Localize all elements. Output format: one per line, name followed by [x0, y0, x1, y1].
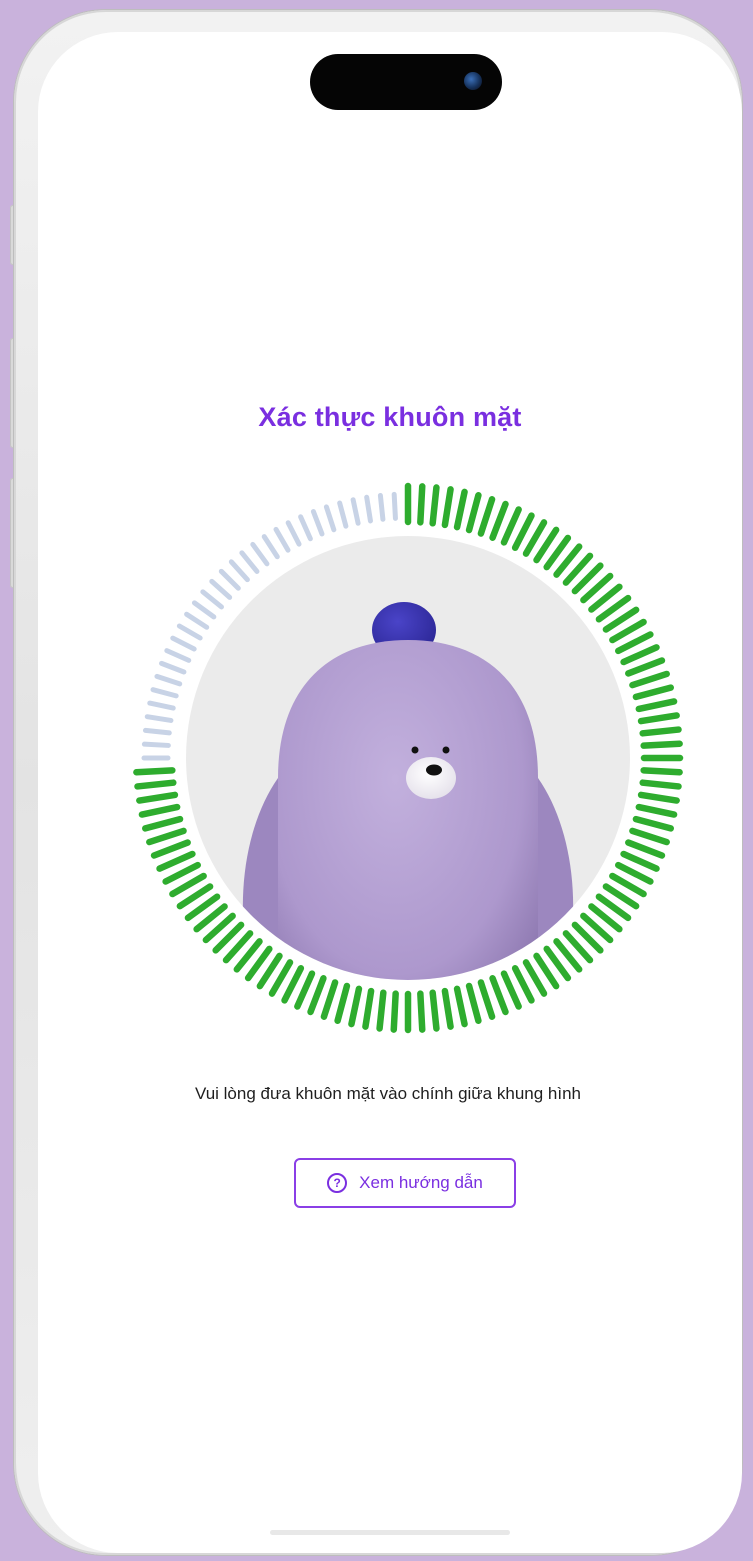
- mascot-muzzle: [406, 757, 456, 799]
- progress-tick-complete: [138, 803, 181, 818]
- progress-tick-complete: [477, 496, 496, 537]
- progress-tick-complete: [629, 827, 670, 846]
- progress-tick-pending: [273, 526, 291, 553]
- progress-tick-complete: [453, 488, 468, 531]
- progress-tick-complete: [150, 839, 191, 859]
- progress-tick-complete: [465, 492, 482, 534]
- progress-tick-complete: [156, 850, 196, 872]
- progress-tick-complete: [146, 827, 187, 846]
- progress-tick-complete: [637, 791, 680, 804]
- progress-tick-pending: [298, 514, 313, 542]
- progress-tick-complete: [294, 970, 316, 1010]
- progress-tick-pending: [200, 589, 224, 610]
- mascot-right-eye: [442, 746, 450, 754]
- progress-tick-complete: [465, 982, 482, 1024]
- progress-tick-complete: [334, 982, 351, 1024]
- progress-tick-pending: [170, 635, 197, 652]
- progress-tick-pending: [261, 534, 280, 560]
- app-screen: Xác thực khuôn mặt Vui lòng đưa khuôn mặ…: [38, 32, 742, 1553]
- progress-tick-pending: [391, 491, 398, 521]
- progress-tick-pending: [150, 687, 179, 699]
- progress-tick-complete: [362, 987, 375, 1030]
- progress-tick-complete: [635, 698, 678, 713]
- question-circle-icon: ?: [327, 1173, 348, 1193]
- progress-tick-complete: [429, 989, 440, 1032]
- progress-tick-complete: [134, 779, 177, 790]
- dynamic-island: [310, 54, 502, 110]
- progress-tick-complete: [142, 815, 184, 832]
- progress-tick-complete: [625, 839, 666, 859]
- progress-tick-complete: [136, 791, 179, 804]
- progress-tick-complete: [376, 989, 387, 1032]
- progress-tick-pending: [337, 500, 349, 529]
- progress-tick-pending: [364, 494, 373, 524]
- progress-tick-complete: [348, 985, 363, 1028]
- progress-tick-complete: [500, 506, 522, 546]
- progress-tick-complete: [620, 850, 660, 872]
- progress-tick-pending: [141, 741, 171, 748]
- mascot-body: [278, 640, 538, 980]
- progress-tick-pending: [228, 559, 250, 583]
- progress-tick-complete: [639, 726, 682, 737]
- progress-tick-complete: [453, 985, 468, 1028]
- progress-tick-complete: [635, 803, 678, 818]
- view-guide-button[interactable]: ? Xem hướng dẫn: [294, 1158, 516, 1208]
- progress-tick-pending: [176, 623, 203, 641]
- progress-tick-complete: [307, 975, 327, 1016]
- progress-tick-complete: [625, 657, 666, 677]
- progress-tick-complete: [390, 990, 399, 1033]
- mascot-left-eye: [411, 746, 419, 754]
- progress-tick-pending: [164, 648, 192, 663]
- face-scan-frame: [133, 482, 684, 1034]
- progress-tick-pending: [285, 520, 302, 547]
- progress-tick-pending: [184, 611, 210, 630]
- progress-tick-complete: [640, 740, 683, 749]
- progress-tick-pending: [191, 600, 217, 620]
- progress-tick-complete: [429, 484, 440, 527]
- progress-tick-complete: [133, 767, 176, 776]
- progress-tick-pending: [209, 578, 233, 600]
- progress-tick-complete: [637, 712, 680, 725]
- page-title: Xác thực khuôn mặt: [258, 402, 522, 432]
- view-guide-label: Xem hướng dẫn: [359, 1173, 483, 1192]
- front-camera-icon: [464, 72, 482, 90]
- progress-tick-pending: [310, 509, 325, 537]
- progress-tick-pending: [159, 660, 187, 675]
- progress-tick-complete: [417, 483, 426, 526]
- progress-tick-pending: [239, 550, 260, 574]
- progress-tick-pending: [154, 673, 183, 687]
- progress-tick-pending: [142, 727, 172, 736]
- progress-tick-complete: [629, 670, 670, 689]
- progress-tick-pending: [250, 541, 270, 567]
- progress-tick-complete: [489, 500, 509, 541]
- progress-tick-pending: [147, 700, 176, 711]
- progress-tick-pending: [377, 492, 386, 522]
- progress-tick-pending: [144, 714, 174, 723]
- instruction-text: Vui lòng đưa khuôn mặt vào chính giữa kh…: [194, 1084, 581, 1103]
- progress-tick-complete: [477, 979, 496, 1020]
- progress-tick-complete: [632, 684, 674, 701]
- mascot-nose: [426, 764, 442, 776]
- progress-tick-pending: [350, 497, 361, 526]
- progress-tick-complete: [640, 767, 683, 776]
- progress-tick-complete: [320, 979, 339, 1020]
- progress-tick-pending: [323, 504, 337, 533]
- progress-tick-complete: [441, 486, 454, 529]
- progress-tick-complete: [500, 970, 522, 1010]
- progress-tick-pending: [218, 568, 241, 591]
- progress-tick-complete: [417, 990, 426, 1033]
- progress-tick-complete: [639, 779, 682, 790]
- progress-tick-complete: [620, 644, 660, 666]
- progress-tick-complete: [489, 975, 509, 1016]
- progress-tick-complete: [441, 987, 454, 1030]
- home-indicator: [270, 1530, 510, 1535]
- phone-frame: Xác thực khuôn mặt Vui lòng đưa khuôn mặ…: [14, 10, 742, 1555]
- progress-tick-complete: [632, 815, 674, 832]
